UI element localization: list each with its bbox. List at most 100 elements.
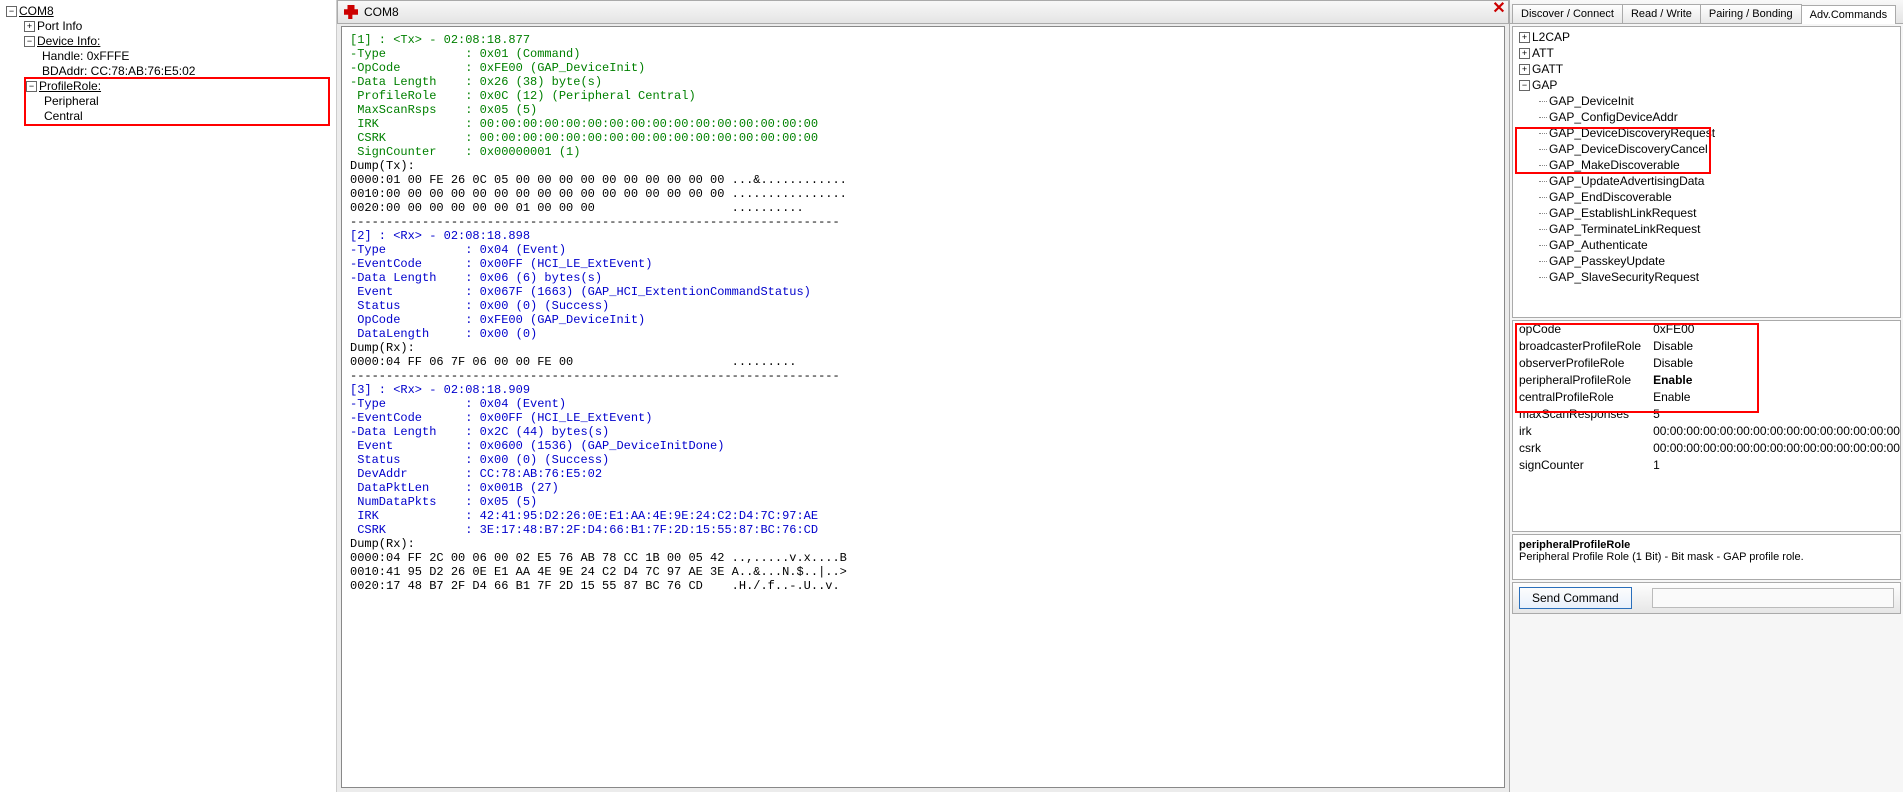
property-key: centralProfileRole (1513, 389, 1647, 406)
tab-pairing-bonding[interactable]: Pairing / Bonding (1700, 4, 1802, 23)
log-l2a: -Type : 0x04 (Event) (350, 243, 566, 257)
log-l1f: IRK : 00:00:00:00:00:00:00:00:00:00:00:0… (350, 117, 818, 131)
log-h2: [2] : <Rx> - 02:08:18.898 (350, 229, 530, 243)
root-label[interactable]: COM8 (19, 4, 54, 18)
profile-role-label[interactable]: ProfileRole: (39, 79, 101, 93)
tree-central[interactable]: Central (44, 109, 328, 124)
log-d1a: Dump(Tx): (350, 159, 415, 173)
property-row[interactable]: irk00:00:00:00:00:00:00:00:00:00:00:00:0… (1513, 423, 1901, 440)
property-key: observerProfileRole (1513, 355, 1647, 372)
tab-read-write[interactable]: Read / Write (1622, 4, 1701, 23)
property-row[interactable]: peripheralProfileRoleEnable (1513, 372, 1901, 389)
property-row[interactable]: csrk00:00:00:00:00:00:00:00:00:00:00:00:… (1513, 440, 1901, 457)
gap-item[interactable]: GAP_EndDiscoverable (1539, 189, 1898, 205)
plus-icon[interactable]: + (1519, 64, 1530, 75)
log-l3f: DevAddr : CC:78:AB:76:E5:02 (350, 467, 602, 481)
minus-icon[interactable]: − (1519, 80, 1530, 91)
tree-l2cap[interactable]: +L2CAP (1515, 29, 1898, 45)
tab-discover-connect[interactable]: Discover / Connect (1512, 4, 1623, 23)
tree-peripheral[interactable]: Peripheral (44, 94, 328, 109)
tree-device-info[interactable]: −Device Info: (24, 34, 330, 49)
property-value[interactable]: Disable (1647, 355, 1901, 372)
property-row[interactable]: observerProfileRoleDisable (1513, 355, 1901, 372)
button-panel: Send Command (1512, 582, 1901, 614)
log-l2c: -Data Length : 0x06 (6) bytes(s) (350, 271, 602, 285)
plus-icon[interactable]: + (1519, 48, 1530, 59)
gap-item[interactable]: GAP_DeviceInit (1539, 93, 1898, 109)
gap-item[interactable]: GAP_TerminateLinkRequest (1539, 221, 1898, 237)
tree-root-com[interactable]: −COM8 (6, 4, 330, 19)
send-command-button[interactable]: Send Command (1519, 587, 1632, 609)
minus-icon[interactable]: − (24, 36, 35, 47)
gap-item[interactable]: GAP_DeviceDiscoveryCancel (1539, 141, 1898, 157)
minus-icon[interactable]: − (6, 6, 17, 17)
log-l3h: NumDataPkts : 0x05 (5) (350, 495, 537, 509)
log-d3d: 0020:17 48 B7 2F D4 66 B1 7F 2D 15 55 87… (350, 579, 840, 593)
log-titlebar: COM8 ✕ (337, 0, 1509, 24)
log-l1a: -Type : 0x01 (Command) (350, 47, 580, 61)
tree-gatt[interactable]: +GATT (1515, 61, 1898, 77)
property-key: irk (1513, 423, 1647, 440)
property-row[interactable]: maxScanResponses5 (1513, 406, 1901, 423)
property-row[interactable]: signCounter1 (1513, 457, 1901, 474)
log-l1g: CSRK : 00:00:00:00:00:00:00:00:00:00:00:… (350, 131, 818, 145)
property-value[interactable]: Enable (1647, 389, 1901, 406)
log-d3a: Dump(Rx): (350, 537, 415, 551)
log-l2f: OpCode : 0xFE00 (GAP_DeviceInit) (350, 313, 645, 327)
log-h3: [3] : <Rx> - 02:08:18.909 (350, 383, 530, 397)
plus-icon[interactable]: + (1519, 32, 1530, 43)
gap-item[interactable]: GAP_UpdateAdvertisingData (1539, 173, 1898, 189)
property-value[interactable]: 00:00:00:00:00:00:00:00:00:00:00:00:00:0… (1647, 440, 1901, 457)
log-d3b: 0000:04 FF 2C 00 06 00 02 E5 76 AB 78 CC… (350, 551, 847, 565)
property-value[interactable]: 1 (1647, 457, 1901, 474)
log-l1e: MaxScanRsps : 0x05 (5) (350, 103, 537, 117)
property-value[interactable]: Disable (1647, 338, 1901, 355)
property-value[interactable]: 0xFE00 (1647, 321, 1901, 338)
log-l2b: -EventCode : 0x00FF (HCI_LE_ExtEvent) (350, 257, 652, 271)
log-l3a: -Type : 0x04 (Event) (350, 397, 566, 411)
log-l2e: Status : 0x00 (0) (Success) (350, 299, 609, 313)
property-key: broadcasterProfileRole (1513, 338, 1647, 355)
property-row[interactable]: opCode0xFE00 (1513, 321, 1901, 338)
log-d2a: Dump(Rx): (350, 341, 415, 355)
property-key: maxScanResponses (1513, 406, 1647, 423)
tree-profile-role[interactable]: −ProfileRole: (26, 79, 328, 94)
gap-item[interactable]: GAP_DeviceDiscoveryRequest (1539, 125, 1898, 141)
gap-item[interactable]: GAP_ConfigDeviceAddr (1539, 109, 1898, 125)
plus-icon[interactable]: + (24, 21, 35, 32)
tab-adv-commands[interactable]: Adv.Commands (1801, 5, 1896, 24)
gap-item[interactable]: GAP_EstablishLinkRequest (1539, 205, 1898, 221)
device-info-label[interactable]: Device Info: (37, 34, 100, 48)
gap-item[interactable]: GAP_Authenticate (1539, 237, 1898, 253)
tree-att[interactable]: +ATT (1515, 45, 1898, 61)
property-value[interactable]: Enable (1647, 372, 1901, 389)
gap-item[interactable]: GAP_MakeDiscoverable (1539, 157, 1898, 173)
port-info-label: Port Info (37, 19, 82, 33)
property-key: signCounter (1513, 457, 1647, 474)
gap-item[interactable]: GAP_PasskeyUpdate (1539, 253, 1898, 269)
log-l3i: IRK : 42:41:95:D2:26:0E:E1:AA:4E:9E:24:C… (350, 509, 818, 523)
property-row[interactable]: centralProfileRoleEnable (1513, 389, 1901, 406)
log-l3c: -Data Length : 0x2C (44) bytes(s) (350, 425, 609, 439)
log-body[interactable]: [1] : <Tx> - 02:08:18.877 -Type : 0x01 (… (341, 26, 1505, 788)
tree-gap[interactable]: −GAP (1515, 77, 1898, 93)
tree-port-info[interactable]: +Port Info (24, 19, 330, 34)
description-panel: peripheralProfileRole Peripheral Profile… (1512, 534, 1901, 580)
property-value[interactable]: 00:00:00:00:00:00:00:00:00:00:00:00:00:0… (1647, 423, 1901, 440)
app-root: −COM8 +Port Info −Device Info: Handle: 0… (0, 0, 1903, 792)
log-l3g: DataPktLen : 0x001B (27) (350, 481, 559, 495)
log-d2b: 0000:04 FF 06 7F 06 00 00 FE 00 ........… (350, 355, 796, 369)
log-sep2: ----------------------------------------… (350, 369, 840, 383)
close-icon[interactable]: ✕ (1490, 1, 1508, 19)
log-d1c: 0010:00 00 00 00 00 00 00 00 00 00 00 00… (350, 187, 847, 201)
tree-handle[interactable]: Handle: 0xFFFE (42, 49, 330, 64)
log-l1b: -OpCode : 0xFE00 (GAP_DeviceInit) (350, 61, 645, 75)
gap-item[interactable]: GAP_SlaveSecurityRequest (1539, 269, 1898, 285)
property-value[interactable]: 5 (1647, 406, 1901, 423)
left-tree-pane: −COM8 +Port Info −Device Info: Handle: 0… (0, 0, 337, 792)
log-l3j: CSRK : 3E:17:48:B7:2F:D4:66:B1:7F:2D:15:… (350, 523, 818, 537)
log-l3d: Event : 0x0600 (1536) (GAP_DeviceInitDon… (350, 439, 724, 453)
log-l2g: DataLength : 0x00 (0) (350, 327, 537, 341)
property-row[interactable]: broadcasterProfileRoleDisable (1513, 338, 1901, 355)
minus-icon[interactable]: − (26, 81, 37, 92)
